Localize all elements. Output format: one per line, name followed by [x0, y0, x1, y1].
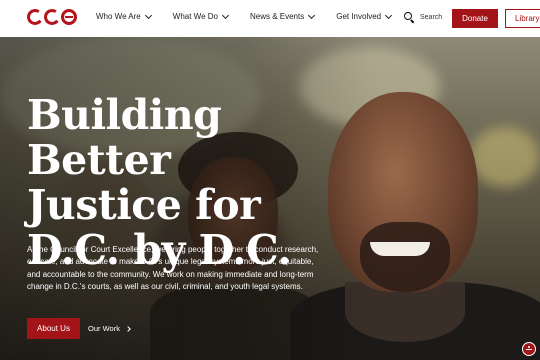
accessibility-icon: [526, 345, 532, 353]
top-navigation-bar: cce Who We Are What We Do News & Events …: [0, 0, 540, 37]
our-work-link[interactable]: Our Work: [88, 324, 131, 333]
nav-news-events[interactable]: News & Events: [249, 11, 316, 21]
donate-button[interactable]: Donate: [452, 9, 498, 28]
chevron-down-icon: [144, 11, 152, 19]
search-icon: [404, 12, 415, 24]
hero-intro-text: At the Council for Court Excellence, we …: [27, 245, 319, 291]
accessibility-button[interactable]: [522, 342, 536, 356]
library-button[interactable]: Library: [505, 9, 540, 28]
our-work-label: Our Work: [88, 324, 120, 333]
nav-what-we-do[interactable]: What We Do: [172, 11, 230, 21]
logo-c-mark: [25, 7, 45, 27]
nav-label: What We Do: [172, 12, 218, 21]
logo-e-mark: [61, 9, 77, 25]
search-label: Search: [420, 14, 443, 21]
logo-c-mark: [42, 7, 62, 27]
cce-logo[interactable]: cce: [25, 7, 77, 27]
chevron-down-icon: [308, 11, 316, 19]
search-button[interactable]: Search: [404, 12, 443, 24]
main-nav: Who We Are What We Do News & Events Get …: [96, 11, 393, 21]
nav-get-involved[interactable]: Get Involved: [336, 11, 393, 21]
nav-label: News & Events: [249, 12, 305, 21]
nav-label: Get Involved: [336, 12, 382, 21]
nav-who-we-are[interactable]: Who We Are: [96, 11, 152, 21]
chevron-down-icon: [385, 11, 393, 19]
chevron-right-icon: [125, 325, 131, 332]
chevron-down-icon: [221, 11, 230, 19]
about-us-button[interactable]: About Us: [27, 318, 80, 339]
nav-label: Who We Are: [96, 12, 141, 21]
